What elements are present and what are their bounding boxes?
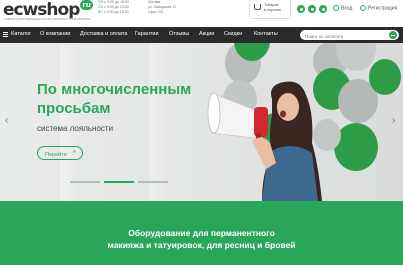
register-link[interactable]: Регистрация: [360, 5, 397, 11]
address-line: офис 201: [148, 10, 164, 14]
address: Москва ул. Заводская 11, офис 201: [148, 0, 177, 15]
nav-item-about[interactable]: О компании: [40, 31, 70, 37]
cart-button[interactable]: Товаров в корзине: [249, 0, 291, 19]
hours-day: СБ: [98, 5, 103, 9]
nav-item-catalog[interactable]: Каталог: [11, 31, 31, 37]
hero-subtitle: система лояльности: [37, 124, 114, 133]
promo-title: Оборудование для перманентного макияжа и…: [0, 227, 403, 251]
balloon: [334, 123, 378, 171]
site-header: ecwshop ru ТОВАРЫ ДЛЯ ПЕРМАНЕНТНОГО МАКИЯ…: [0, 0, 403, 26]
person-mouth: [280, 110, 286, 118]
nav-item-contacts[interactable]: Контакты: [254, 31, 278, 37]
main-nav: Каталог О компании Доставка и оплата Гар…: [0, 27, 403, 43]
register-icon: [360, 5, 366, 11]
slide-dot-active[interactable]: [104, 181, 134, 183]
nav-item-promotions[interactable]: Акции: [199, 31, 214, 37]
working-hours: ПН с 9:00 до 18:00 СБ с 9:00 до 15:00 ВС…: [98, 0, 129, 15]
promo-title-line: макияжа и татуировок, для ресниц и брове…: [107, 240, 296, 250]
vk-icon[interactable]: [297, 5, 305, 13]
cart-icon: [254, 4, 261, 10]
nav-item-guarantees[interactable]: Гарантии: [135, 31, 159, 37]
next-slide-icon[interactable]: ›: [392, 115, 395, 126]
balloon: [313, 119, 341, 151]
hero-banner: По многочисленным просьбам система лояль…: [0, 43, 403, 201]
nav-item-delivery[interactable]: Доставка и оплата: [80, 31, 127, 37]
slide-dot[interactable]: [70, 181, 100, 183]
logo-tagline: ТОВАРЫ ДЛЯ ПЕРМАНЕНТНОГО МАКИЯЖА И ТАТУИ…: [4, 17, 92, 21]
cart-label: в корзине: [264, 8, 282, 12]
search-input[interactable]: [300, 30, 399, 40]
go-button[interactable]: Перейти »: [37, 146, 83, 160]
nav-item-reviews[interactable]: Отзывы: [169, 31, 189, 37]
person-face: [277, 93, 299, 121]
logo-badge: ru: [80, 0, 93, 10]
go-button-label: Перейти: [45, 151, 67, 158]
hours-time: с 9:00 до 18:00: [104, 0, 130, 4]
hero-illustration: [207, 43, 401, 201]
login-link[interactable]: Вход: [333, 5, 352, 11]
hours-time: с 9:00 до 18:00: [103, 10, 129, 14]
promo-title-line: Оборудование для перманентного: [128, 228, 275, 238]
megaphone-body: [254, 107, 268, 137]
search-icon[interactable]: [389, 31, 397, 39]
chevron-right-icon: »: [72, 149, 76, 155]
login-label: Вход: [341, 5, 353, 12]
hero-headline: По многочисленным просьбам: [37, 80, 227, 118]
promo-section: Оборудование для перманентного макияжа и…: [0, 201, 403, 265]
youtube-icon[interactable]: [308, 5, 316, 13]
instagram-icon[interactable]: [319, 5, 327, 13]
register-label: Регистрация: [368, 5, 398, 12]
headline-line: По многочисленным: [37, 81, 192, 98]
user-icon: [333, 5, 339, 11]
hours-day: ВС: [98, 10, 103, 14]
nav-item-discounts[interactable]: Скидки: [224, 31, 242, 37]
prev-slide-icon[interactable]: ‹: [5, 115, 8, 126]
menu-icon[interactable]: [3, 32, 8, 37]
slide-dot[interactable]: [138, 181, 168, 183]
headline-line: просьбам: [37, 100, 111, 117]
balloon: [369, 59, 401, 95]
hours-day: ПН: [98, 0, 104, 4]
hours-time: с 9:00 до 15:00: [103, 5, 129, 9]
